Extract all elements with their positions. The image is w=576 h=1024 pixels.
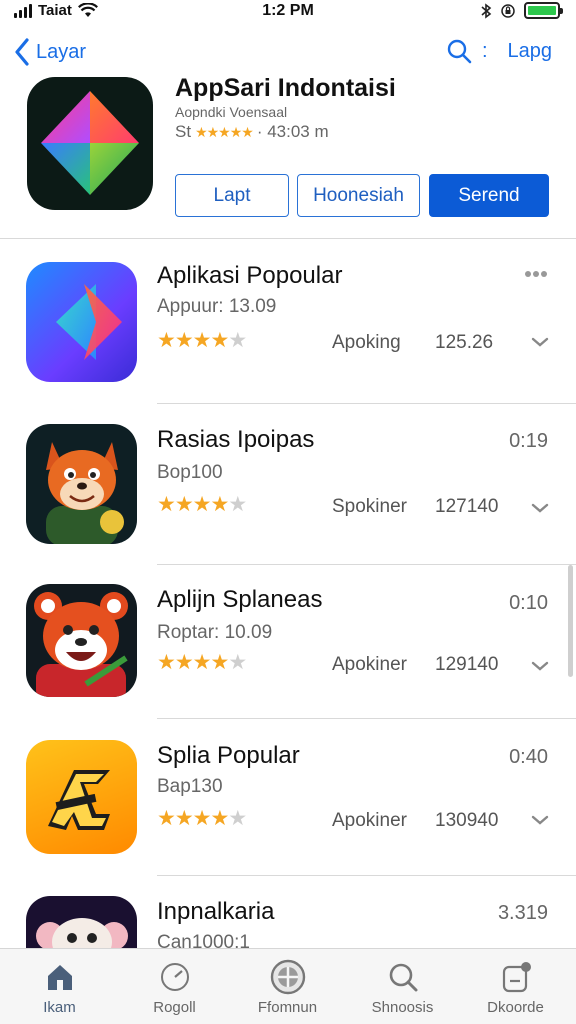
app-icon [26, 896, 137, 948]
app-count: 129140 [435, 654, 499, 675]
section-divider [0, 238, 576, 239]
app-time: 0:10 [509, 592, 548, 614]
app-count: 130940 [435, 810, 499, 831]
rating-stars: ★★★★★ [157, 493, 247, 516]
app-status: Apokiner [332, 654, 407, 675]
more-options-icon[interactable] [524, 270, 548, 278]
hero-meta-text: · 43:03 m [256, 122, 329, 141]
letter-logo-icon [48, 770, 110, 830]
app-time: 3.319 [497, 902, 548, 924]
app-status: Apoking [332, 332, 401, 353]
app-icon [26, 262, 137, 382]
bluetooth-icon [481, 2, 492, 19]
hero-subtitle: Aopndki Voensaal [175, 104, 288, 120]
rating-stars: ★★★★★ [157, 807, 247, 830]
chevron-left-icon [15, 38, 29, 66]
home-icon [47, 965, 72, 990]
lapt-button[interactable]: Lapt [175, 174, 289, 217]
app-icon [26, 584, 137, 697]
hero-app-icon[interactable] [27, 77, 153, 210]
app-time: 0:19 [509, 430, 548, 452]
hero-rating-stars: ★★★★★ [195, 123, 254, 140]
rating-stars: ★★★★★ [157, 651, 247, 674]
hoonesiah-button[interactable]: Hoonesiah [297, 174, 420, 217]
app-status: Spokiner [332, 496, 407, 517]
tab-rogoll[interactable]: Rogoll [117, 949, 232, 1024]
battery-icon [524, 2, 563, 19]
back-button[interactable]: Layar [14, 38, 86, 66]
tab-ffomnun[interactable]: Ffomnun [230, 949, 345, 1024]
diamond-logo-icon [41, 91, 139, 195]
app-title: Aplikasi Popoular [157, 262, 343, 289]
app-count: 125.26 [435, 332, 494, 353]
separator-colon: : [481, 39, 488, 62]
status-icons [480, 2, 563, 19]
app-title: Aplijn Splaneas [157, 586, 323, 613]
back-label: Layar [36, 40, 87, 63]
app-icon [26, 424, 137, 544]
chevron-down-icon[interactable] [530, 336, 550, 348]
app-subtitle: Roptar: 10.09 [157, 622, 273, 643]
updates-icon [502, 962, 531, 993]
tab-home[interactable]: Ikam [2, 949, 117, 1024]
chevron-down-icon[interactable] [530, 814, 550, 826]
red-panda-mascot-icon [34, 592, 128, 697]
app-time: 0:40 [509, 746, 548, 768]
rating-stars: ★★★★★ [157, 329, 247, 352]
hero-title: AppSari Indontaisi [175, 74, 396, 102]
app-icon [26, 740, 137, 854]
clock-icon [160, 963, 189, 991]
row-divider [157, 564, 576, 565]
app-subtitle: Bap130 [157, 776, 223, 797]
prism-logo-icon [56, 284, 122, 360]
nav-right-link[interactable]: Lapg [508, 40, 553, 63]
mouse-mascot-icon [36, 918, 128, 948]
globe-icon [270, 959, 305, 995]
tab-label: Rogoll [153, 999, 196, 1016]
status-bar: Taiat 1:2 PM [0, 0, 576, 24]
search-icon[interactable] [446, 38, 472, 64]
tab-label: Ffomnun [257, 999, 318, 1016]
tab-label: Shnoosis [371, 999, 434, 1016]
nav-actions: : Lapg [446, 38, 552, 64]
tab-bar: Ikam Rogoll Ffomnun Shnoosis Dkoorde [0, 948, 576, 1024]
search-icon [389, 963, 417, 992]
tab-search[interactable]: Shnoosis [345, 949, 460, 1024]
tab-label: Dkoorde [487, 999, 544, 1016]
app-count: 127140 [435, 496, 499, 517]
hero-meta: St ★★★★★ · 43:03 m [175, 122, 329, 142]
app-subtitle: Appuur: 13.09 [157, 296, 277, 317]
row-divider [157, 875, 576, 876]
chevron-down-icon[interactable] [530, 502, 550, 514]
app-status: Apokiner [332, 810, 407, 831]
app-title: Splia Popular [157, 742, 300, 769]
navigation-bar: Layar : Lapg [0, 34, 576, 74]
tab-dkoorde[interactable]: Dkoorde [458, 949, 573, 1024]
row-divider [157, 718, 576, 719]
app-subtitle: Bop100 [157, 462, 223, 483]
app-title: Rasias Ipoipas [157, 426, 315, 453]
chevron-down-icon[interactable] [530, 660, 550, 672]
hero-meta-prefix: St [175, 122, 192, 141]
row-divider [157, 403, 576, 404]
battery-fill [528, 6, 556, 15]
fox-mascot-icon [46, 442, 124, 544]
rotation-lock-icon [501, 3, 515, 18]
scrollbar[interactable] [568, 565, 573, 677]
app-title: Inpnalkaria [157, 898, 275, 925]
tab-label: Ikam [43, 999, 76, 1016]
serend-button[interactable]: Serend [429, 174, 549, 217]
